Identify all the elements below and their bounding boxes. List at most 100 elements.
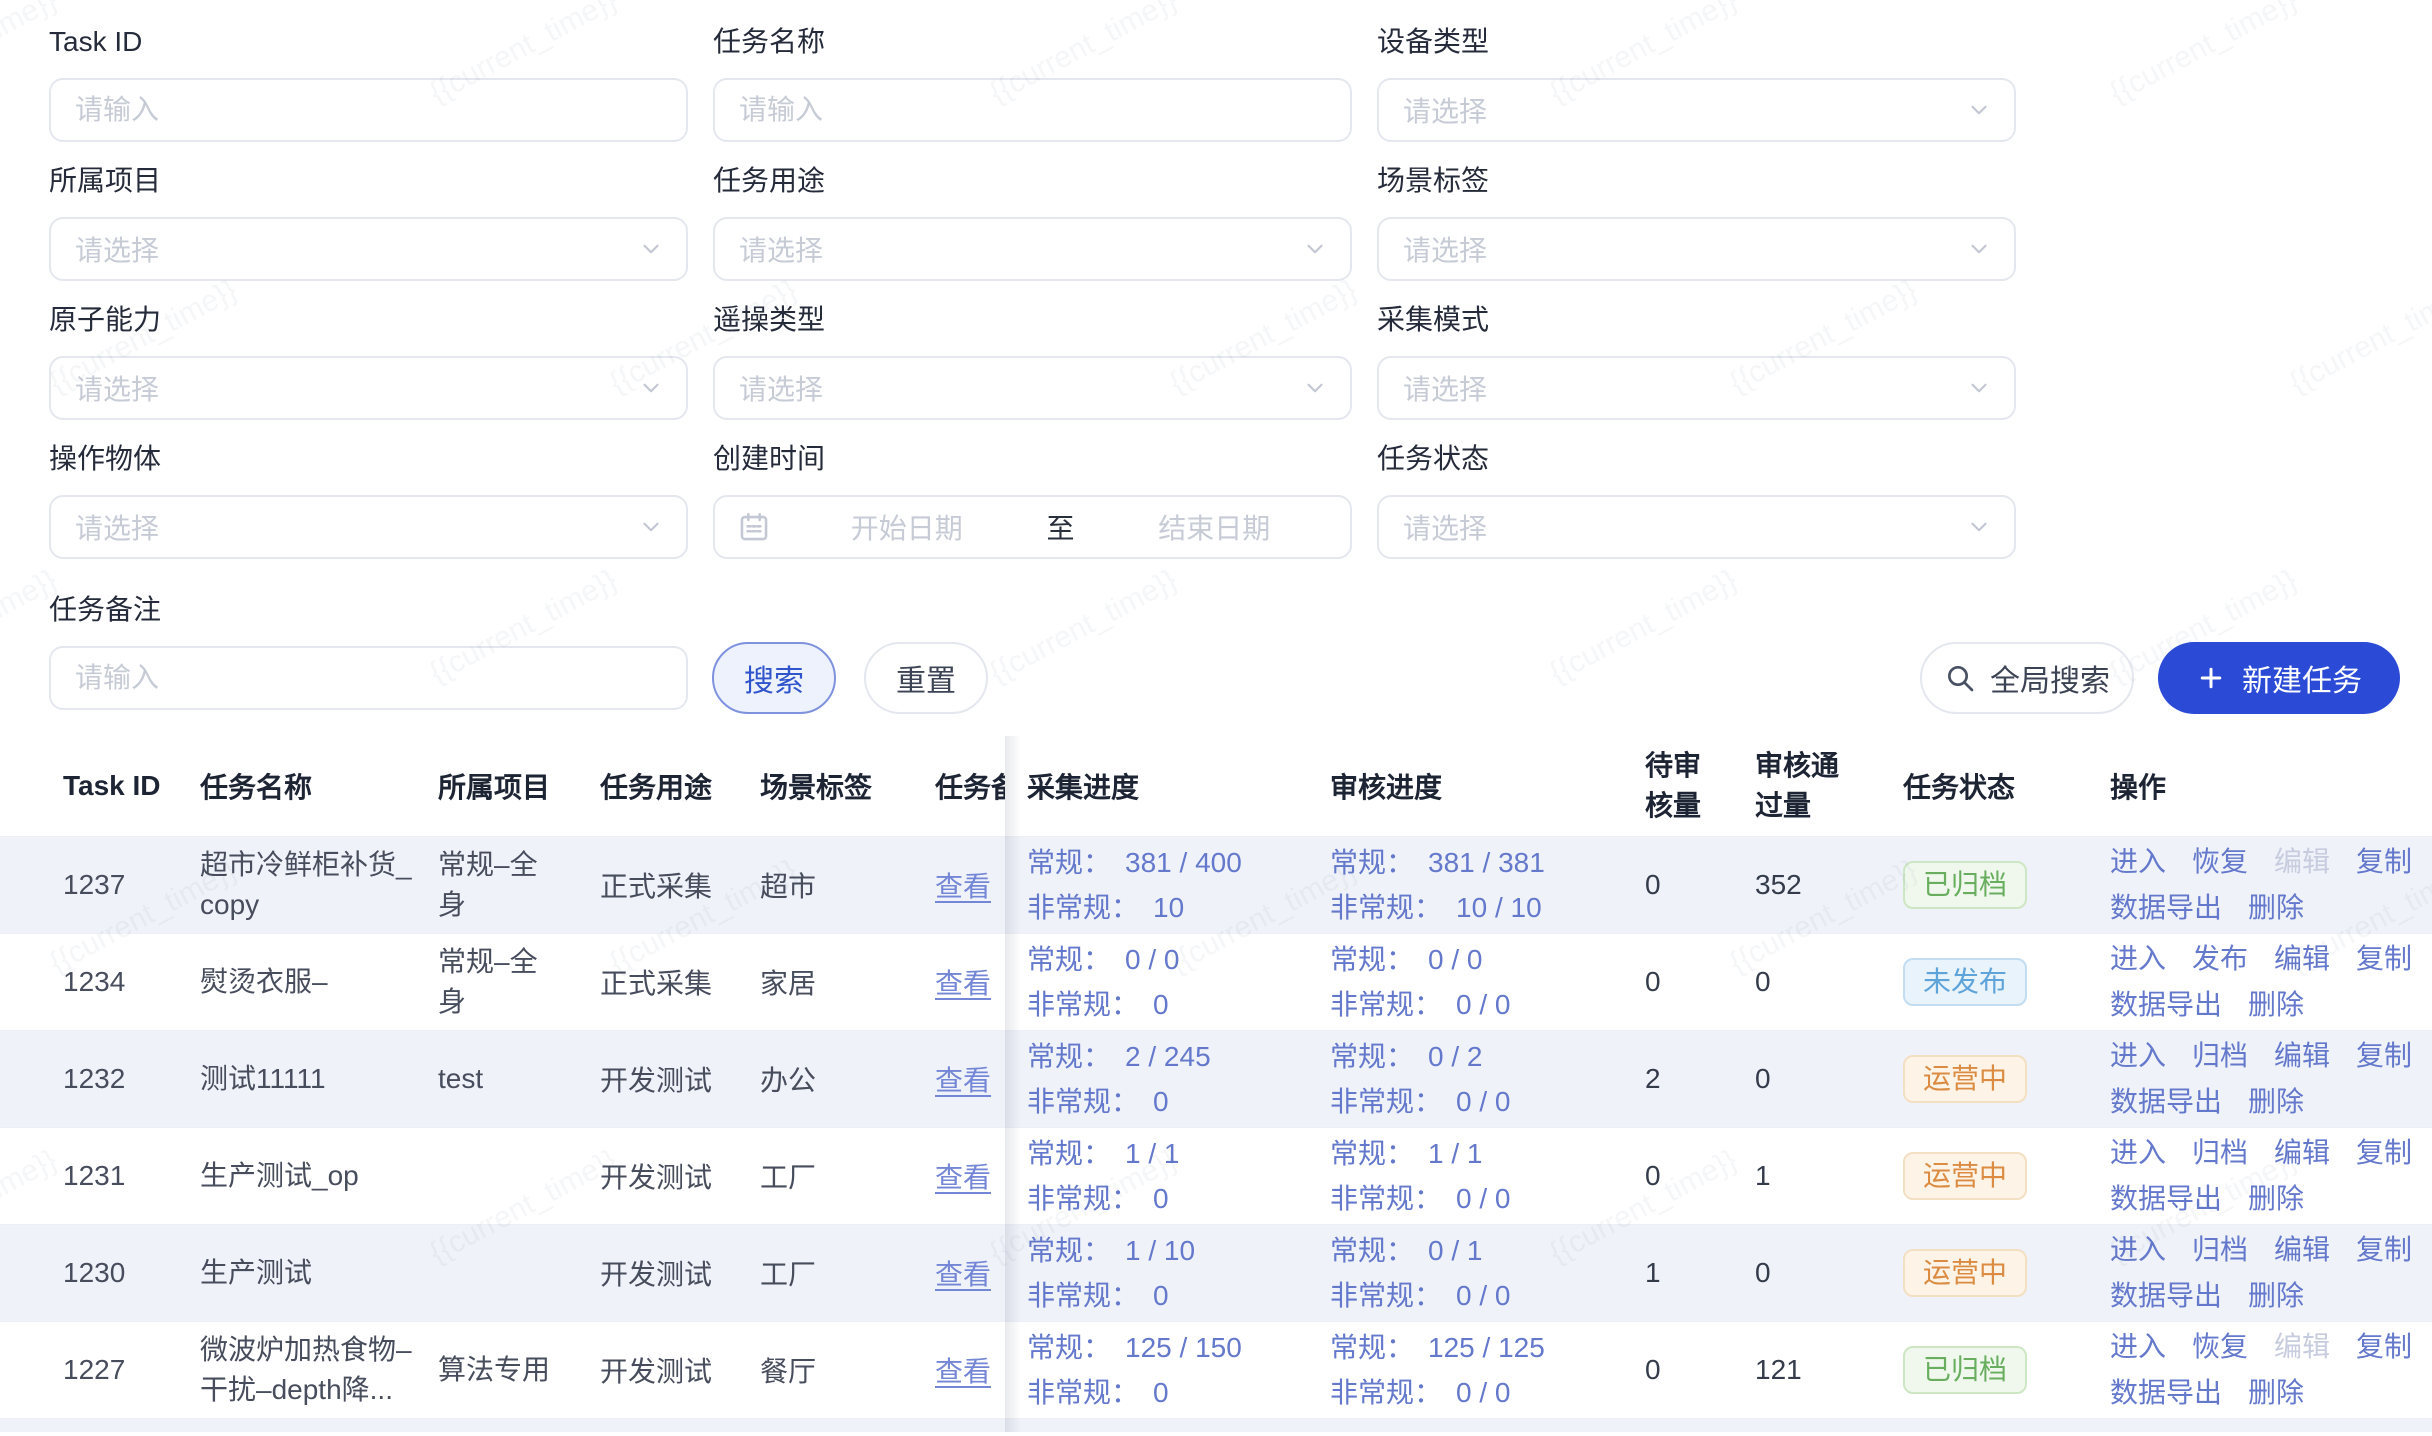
action-link[interactable]: 发布 [2192,938,2248,980]
row-actions: 进入归档编辑复制数据导出删除 [2110,1132,2432,1220]
scene-tag-select[interactable]: 请选择 [1377,217,2016,281]
filter-label: 采集模式 [1377,298,2016,342]
filter-scene-tag: 场景标签 请选择 [1377,159,2016,281]
cell-project: 算法专用 [438,1350,600,1390]
action-link[interactable]: 进入 [2110,1035,2166,1077]
action-link[interactable]: 删除 [2248,1081,2304,1123]
cell-task-name: 生产测试_op [200,1156,438,1196]
action-link[interactable]: 归档 [2192,1035,2248,1077]
action-link[interactable]: 复制 [2356,841,2412,883]
action-link[interactable]: 进入 [2110,1132,2166,1174]
action-link[interactable]: 复制 [2356,1326,2412,1368]
action-link[interactable]: 数据导出 [2110,1372,2222,1414]
cell-task-status: 运营中 [1903,1055,2110,1103]
view-note-link[interactable]: 查看 [935,871,991,902]
action-link[interactable]: 恢复 [2192,1326,2248,1368]
task-name-input[interactable] [715,80,1350,140]
view-note-link[interactable]: 查看 [935,1162,991,1193]
action-link[interactable]: 数据导出 [2110,1178,2222,1220]
action-link[interactable]: 编辑 [2274,1229,2330,1271]
action-link[interactable]: 数据导出 [2110,1081,2222,1123]
cell-review-progress: 常规：125 / 125 非常规：0 / 0 [1330,1325,1645,1415]
start-date-placeholder[interactable]: 开始日期 [771,507,1043,547]
cell-review-progress: 常规：0 / 0 非常规：0 / 0 [1330,937,1645,1027]
select-placeholder: 请选择 [51,368,638,408]
action-link[interactable]: 复制 [2356,1035,2412,1077]
view-note-link[interactable]: 查看 [935,968,991,999]
action-link[interactable]: 删除 [2248,1275,2304,1317]
table-body: 1237 超市冷鲜柜补货_copy 常规–全身 正式采集 超市 查看 常规：38… [0,836,2432,1418]
action-link[interactable]: 删除 [2248,887,2304,929]
action-link[interactable]: 进入 [2110,841,2166,883]
view-note-link[interactable]: 查看 [935,1356,991,1387]
action-link[interactable]: 进入 [2110,1326,2166,1368]
action-link: 编辑 [2274,841,2330,883]
action-link[interactable]: 进入 [2110,938,2166,980]
action-link[interactable]: 删除 [2248,1178,2304,1220]
action-link[interactable]: 复制 [2356,938,2412,980]
table-row: 1230 生产测试 开发测试 工厂 查看 常规：1 / 10 非常规：0 常规：… [0,1224,2432,1321]
atomic-ability-select[interactable]: 请选择 [49,356,688,420]
action-link[interactable]: 恢复 [2192,841,2248,883]
project-select[interactable]: 请选择 [49,217,688,281]
device-type-select[interactable]: 请选择 [1377,78,2016,142]
select-placeholder: 请选择 [715,229,1302,269]
action-link[interactable]: 编辑 [2274,938,2330,980]
cell-project: test [438,1059,600,1099]
action-link[interactable]: 归档 [2192,1132,2248,1174]
col-pending-count: 待审核量 [1645,746,1755,826]
col-task-status: 任务状态 [1903,766,2110,806]
global-search-button[interactable]: 全局搜索 [1920,642,2134,714]
view-note-link[interactable]: 查看 [935,1259,991,1290]
date-range-picker[interactable]: 开始日期 至 结束日期 [713,495,1352,559]
end-date-placeholder[interactable]: 结束日期 [1079,507,1351,547]
status-badge: 运营中 [1903,1055,2027,1103]
collect-mode-select[interactable]: 请选择 [1377,356,2016,420]
action-link[interactable]: 删除 [2248,984,2304,1026]
task-note-input[interactable] [51,648,686,708]
status-badge: 运营中 [1903,1249,2027,1297]
col-task-id: Task ID [63,770,200,802]
cell-pending-count: 1 [1645,1257,1755,1289]
action-link[interactable]: 复制 [2356,1229,2412,1271]
cell-scene-tag: 餐厅 [760,1350,935,1390]
action-link[interactable]: 编辑 [2274,1132,2330,1174]
cell-task-id: 1231 [63,1160,200,1192]
task-name-input-wrap [713,78,1352,142]
usage-select[interactable]: 请选择 [713,217,1352,281]
teleop-type-select[interactable]: 请选择 [713,356,1352,420]
action-link[interactable]: 复制 [2356,1132,2412,1174]
cell-scene-tag: 办公 [760,1059,935,1099]
create-task-button[interactable]: 新建任务 [2158,642,2400,714]
action-link[interactable]: 归档 [2192,1229,2248,1271]
cell-operations: 进入归档编辑复制数据导出删除 [2110,1132,2432,1220]
action-link[interactable]: 数据导出 [2110,887,2222,929]
cell-operations: 进入归档编辑复制数据导出删除 [2110,1035,2432,1123]
table-row: 1232 测试11111 test 开发测试 办公 查看 常规：2 / 245 … [0,1030,2432,1127]
search-button[interactable]: 搜索 [712,642,836,714]
cell-task-note: 查看 [935,962,1005,1002]
action-link[interactable]: 编辑 [2274,1035,2330,1077]
task-status-select[interactable]: 请选择 [1377,495,2016,559]
task-id-input[interactable] [51,80,686,140]
cell-pending-count: 0 [1645,966,1755,998]
cell-review-progress: 常规：381 / 381 非常规：10 / 10 [1330,840,1645,930]
view-note-link[interactable]: 查看 [935,1065,991,1096]
action-link[interactable]: 删除 [2248,1372,2304,1414]
cell-operations: 进入归档编辑复制数据导出删除 [2110,1229,2432,1317]
cell-collect-progress: 常规：125 / 150 非常规：0 [1005,1325,1330,1415]
cell-task-name: 微波炉加热食物–干扰–depth降... [200,1330,438,1410]
chevron-down-icon [1966,97,1992,123]
chevron-down-icon [1302,375,1328,401]
action-link[interactable]: 数据导出 [2110,1275,2222,1317]
cell-usage: 开发测试 [600,1350,760,1390]
action-link[interactable]: 进入 [2110,1229,2166,1271]
action-link[interactable]: 数据导出 [2110,984,2222,1026]
cell-scene-tag: 工厂 [760,1156,935,1196]
cell-task-id: 1237 [63,869,200,901]
reset-button[interactable]: 重置 [864,642,988,714]
cell-approved-count: 352 [1755,869,1903,901]
cell-usage: 开发测试 [600,1156,760,1196]
operate-object-select[interactable]: 请选择 [49,495,688,559]
cell-approved-count: 121 [1755,1354,1903,1386]
